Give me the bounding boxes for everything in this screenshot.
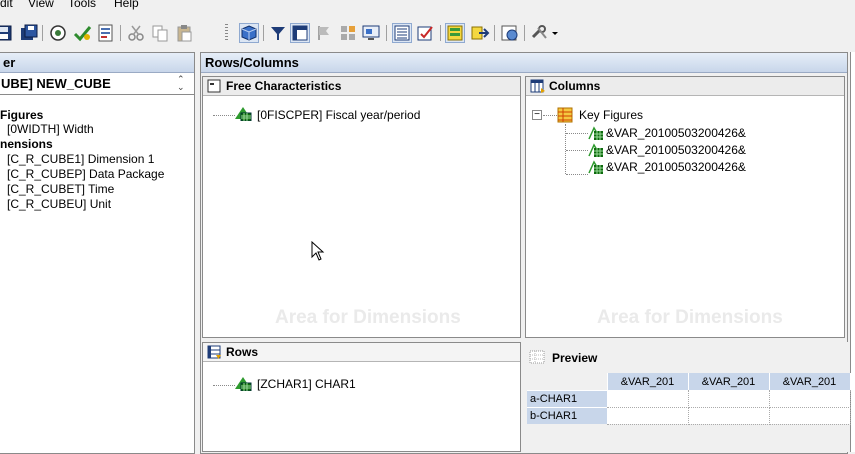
preview-cell [607,390,689,408]
preview-table: &VAR_201 &VAR_201 &VAR_201 a-CHAR1 b-CHA… [527,373,851,425]
tree-node-unit[interactable]: [C_R_CUBEU] Unit [7,197,111,212]
key-figure-icon [588,159,604,178]
rows-icon [207,345,223,364]
tree-node-key-figures[interactable]: Figures [0,108,43,123]
key-figures-node[interactable]: Key Figures [579,108,643,123]
tree-connector [213,115,235,116]
preview-icon [529,350,545,367]
row-item-zchar1[interactable]: [ZCHAR1] CHAR1 [257,377,356,392]
cube-name: UBE] NEW_CUBE [1,76,111,91]
toolbar-separator [440,25,441,41]
menu-view[interactable]: View [28,0,54,10]
preview-col-header: &VAR_201 [769,373,851,390]
columns-header: Columns [526,77,844,96]
preview-col-header: &VAR_201 [688,373,770,390]
free-char-item-fiscper[interactable]: [0FISCPER] Fiscal year/period [257,108,420,123]
tree-connector [566,174,588,175]
rows-columns-icon[interactable] [290,23,310,43]
tree-connector [543,115,557,116]
characteristic-icon [234,105,252,124]
tree-node-width[interactable]: [0WIDTH] Width [7,122,94,137]
columns-icon [530,79,546,98]
rows-area[interactable]: Rows [ZCHAR1] CHAR1 [202,342,521,452]
cube-icon[interactable] [239,23,259,43]
characteristic-icon [234,375,252,394]
check-icon[interactable] [48,23,68,43]
export-icon[interactable] [470,23,490,43]
tree-node-dimensions[interactable]: nensions [0,137,53,152]
tree-node-dimension-1[interactable]: [C_R_CUBE1] Dimension 1 [7,152,154,167]
toolbar-separator [263,25,264,41]
menu-tools[interactable]: Tools [68,0,96,10]
infoprovider-tree: Figures [0WIDTH] Width nensions [C_R_CUB… [0,96,194,453]
key-figure-item[interactable]: &VAR_20100503200426& [606,160,746,175]
preview-title: Preview [552,351,598,365]
infoprovider-panel-title: er [0,53,194,73]
updown-icon[interactable]: ⌃ ⌄ [177,75,185,92]
preview-cell [607,407,689,425]
preview-corner-cell [527,373,608,390]
tree-connector [566,150,588,151]
preview-cell [769,407,851,425]
toolbar-separator [524,25,525,41]
free-area-watermark: Area for Dimensions [275,307,461,328]
tree-node-time[interactable]: [C_R_CUBET] Time [7,182,114,197]
key-figure-item[interactable]: &VAR_20100503200426& [606,126,746,141]
key-figure-item[interactable]: &VAR_20100503200426& [606,143,746,158]
free-characteristics-area[interactable]: Free Characteristics [0FISCPER] Fiscal y… [202,76,521,338]
activate-icon[interactable] [73,23,93,43]
preview-cell [688,390,770,408]
rows-title: Rows [226,345,259,359]
free-characteristics-header: Free Characteristics [203,77,520,96]
preview-row-header: a-CHAR1 [527,389,607,407]
copy-icon[interactable] [150,23,170,43]
free-characteristics-title: Free Characteristics [226,79,342,93]
exceptions-icon[interactable] [314,23,334,43]
mouse-cursor-icon [311,240,325,264]
toolbar-separator [386,25,387,41]
columns-area-watermark: Area for Dimensions [597,307,783,328]
tree-connector [565,124,566,174]
web-icon[interactable] [500,23,520,43]
preview-col-header: &VAR_201 [607,373,689,390]
toolbar [0,14,855,52]
columns-title: Columns [549,79,601,93]
rows-columns-title: Rows/Columns [201,53,847,73]
tree-connector [213,385,235,386]
conditions-icon[interactable] [338,23,358,43]
save-all-icon[interactable] [19,23,39,43]
cut-icon[interactable] [126,23,146,43]
save-icon[interactable] [0,23,14,43]
table-view-icon[interactable] [392,23,412,43]
columns-area[interactable]: Columns − Key Figures &VAR_2010050320042… [525,76,845,338]
toolbar-separator [494,25,495,41]
toolbar-separator [120,25,121,41]
tree-connector [566,133,588,134]
tree-node-data-package[interactable]: [C_R_CUBEP] Data Package [7,167,164,182]
rows-header: Rows [203,343,520,362]
properties-icon[interactable] [96,23,116,43]
menu-help[interactable]: Help [114,0,139,10]
menu-bar: dit View Tools Help [0,0,855,14]
toolbar-grip[interactable] [225,24,228,42]
cube-selector[interactable]: UBE] NEW_CUBE ⌃ ⌄ [0,74,194,95]
infoprovider-panel: er UBE] NEW_CUBE ⌃ ⌄ Figures [0WIDTH] Wid… [0,52,195,454]
toolbar-separator [42,25,43,41]
preview-row-header: b-CHAR1 [527,406,607,424]
free-characteristics-icon [207,79,221,98]
check-query-icon[interactable] [416,23,436,43]
paste-icon[interactable] [174,23,194,43]
preview-cell [688,407,770,425]
filter-icon[interactable] [268,23,288,43]
scrollbar-edge [850,52,855,452]
display-icon[interactable] [361,23,381,43]
tools-dropdown-icon[interactable] [530,23,560,43]
menu-edit[interactable]: dit [0,0,13,10]
collapse-icon[interactable]: − [532,110,542,120]
preview-cell [769,390,851,408]
cells-icon[interactable] [445,23,465,43]
